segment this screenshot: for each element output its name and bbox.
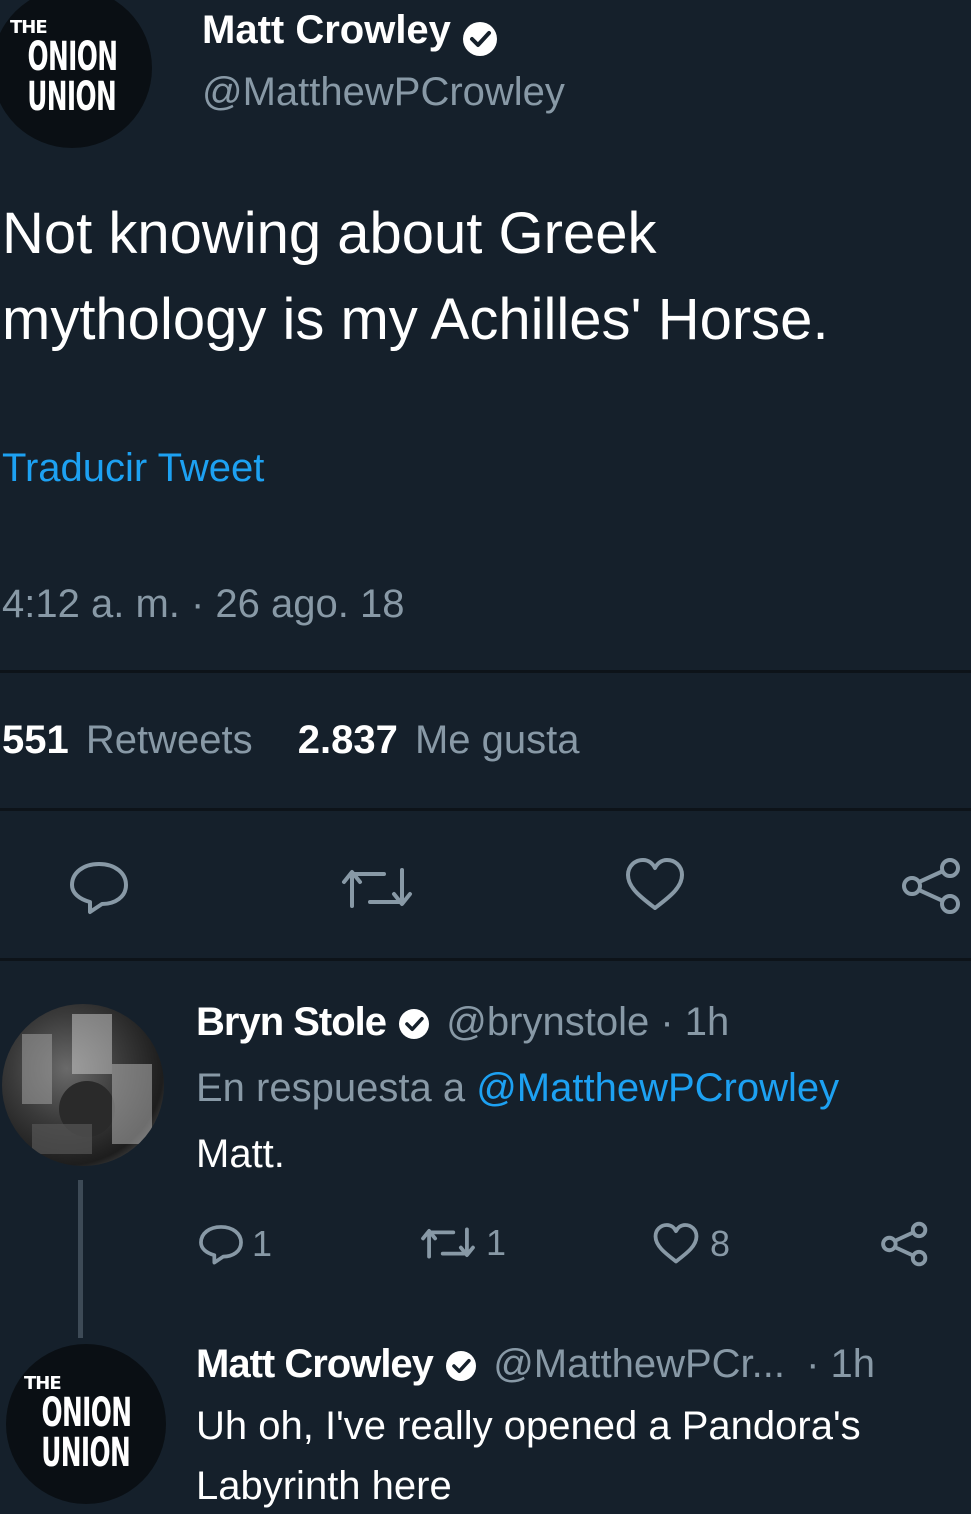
reply-2-avatar[interactable]: THE ONION UNION [6,1344,166,1504]
photo-avatar-icon [22,1014,152,1154]
retweets-count[interactable]: 551 [2,718,69,762]
author-handle[interactable]: @MatthewPCrowley [202,70,565,115]
avatar-logo-union: UNION [27,74,117,120]
reply-author-name[interactable]: Bryn Stole [196,1000,387,1044]
reply-2-text-line-1: Uh oh, I've really opened a Pandora's [196,1404,861,1448]
in-reply-prefix: En respuesta a [196,1066,466,1110]
retweets-label[interactable]: Retweets [86,718,253,762]
reply-2-time[interactable]: · 1h [806,1342,875,1386]
retweet-icon [421,1227,475,1259]
reply-2-text-line-2: Labyrinth here [196,1464,452,1508]
reply-2-author-name[interactable]: Matt Crowley [196,1342,434,1386]
reply-2-header: Matt Crowley @MatthewPCr... · 1h [196,1342,875,1387]
reply-count: 1 [252,1223,273,1264]
reply-icon [70,862,128,914]
likes-label[interactable]: Me gusta [415,718,580,762]
reply-author-handle[interactable]: @brynstole [446,1000,649,1044]
reply-retweet-button[interactable]: 1 [420,1222,506,1264]
in-reply-to: En respuesta a @MatthewPCrowley [196,1066,839,1111]
in-reply-handle-link[interactable]: @MatthewPCrowley [476,1066,839,1110]
like-count: 8 [710,1223,731,1264]
reply-header: Bryn Stole @brynstole · 1h [196,1000,729,1045]
verified-badge-icon [399,1009,430,1040]
reply-text: Matt. [196,1132,285,1176]
tweet-text-line-1: Not knowing about Greek [2,201,657,266]
reply-icon [199,1225,243,1265]
reply-reply-button[interactable]: 1 [198,1222,272,1266]
like-button[interactable] [624,856,686,914]
divider [0,958,971,961]
share-icon [902,858,960,914]
verified-badge-icon [446,1351,477,1382]
tweet-text-line-2: mythology is my Achilles' Horse. [2,287,829,352]
like-icon [626,858,684,910]
like-icon [653,1223,699,1264]
retweet-count: 1 [486,1222,507,1263]
author-row: Matt Crowley [202,8,498,56]
translate-link[interactable]: Traducir Tweet [2,446,264,491]
reply-like-button[interactable]: 8 [652,1222,730,1266]
share-icon [881,1221,928,1267]
reply-2-author-handle[interactable]: @MatthewPCr... [493,1342,785,1386]
reply-share-button[interactable] [880,1220,930,1268]
retweet-button[interactable] [340,862,414,914]
reply-avatar[interactable] [2,1004,164,1166]
thread-line [78,1180,83,1338]
avatar-logo-onion: ONION [41,1390,131,1436]
author-name[interactable]: Matt Crowley [202,8,451,52]
avatar-logo-union: UNION [41,1430,131,1476]
tweet-timestamp[interactable]: 4:12 a. m. · 26 ago. 18 [2,582,404,627]
share-button[interactable] [900,856,964,916]
avatar[interactable]: THE ONION UNION [0,0,152,148]
reply-button[interactable] [68,858,130,916]
likes-count[interactable]: 2.837 [298,718,398,762]
avatar-logo-onion: ONION [27,34,117,80]
retweet-icon [342,868,412,908]
verified-badge-icon [463,21,498,56]
stats-row: 551 Retweets 2.837 Me gusta [2,718,580,763]
divider [0,670,971,673]
reply-time[interactable]: · 1h [660,1000,729,1044]
divider [0,808,971,811]
